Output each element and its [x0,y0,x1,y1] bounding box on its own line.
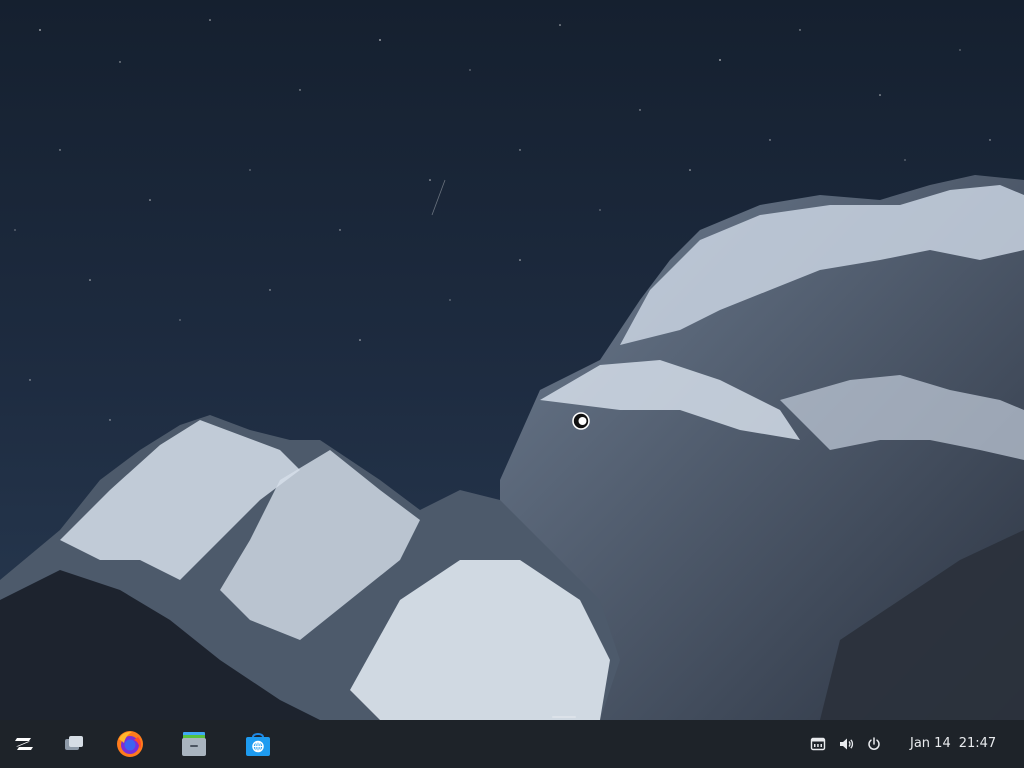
network-icon [810,737,826,751]
clock[interactable]: Jan 14 21:47 [910,734,1010,754]
window-indicator [552,716,576,718]
software-store-button[interactable] [242,728,274,760]
firefox-icon [117,731,143,757]
taskbar: Jan 14 21:47 [0,720,1024,768]
zorin-menu-button[interactable] [8,728,40,760]
workspaces-icon [65,736,83,750]
network-indicator[interactable] [808,734,828,754]
volume-indicator[interactable] [836,734,856,754]
mouse-cursor-icon [572,412,590,430]
clock-date: Jan 14 [910,736,951,751]
software-store-icon [246,733,270,756]
firefox-button[interactable] [114,728,146,760]
clock-time: 21:47 [958,736,997,751]
desktop-wallpaper [0,0,1024,768]
power-indicator[interactable] [864,734,884,754]
workspaces-button[interactable] [58,728,90,760]
volume-icon [840,738,854,750]
power-icon [868,737,880,750]
zorin-menu-icon [15,738,33,750]
files-icon [182,732,206,756]
files-button[interactable] [178,728,210,760]
